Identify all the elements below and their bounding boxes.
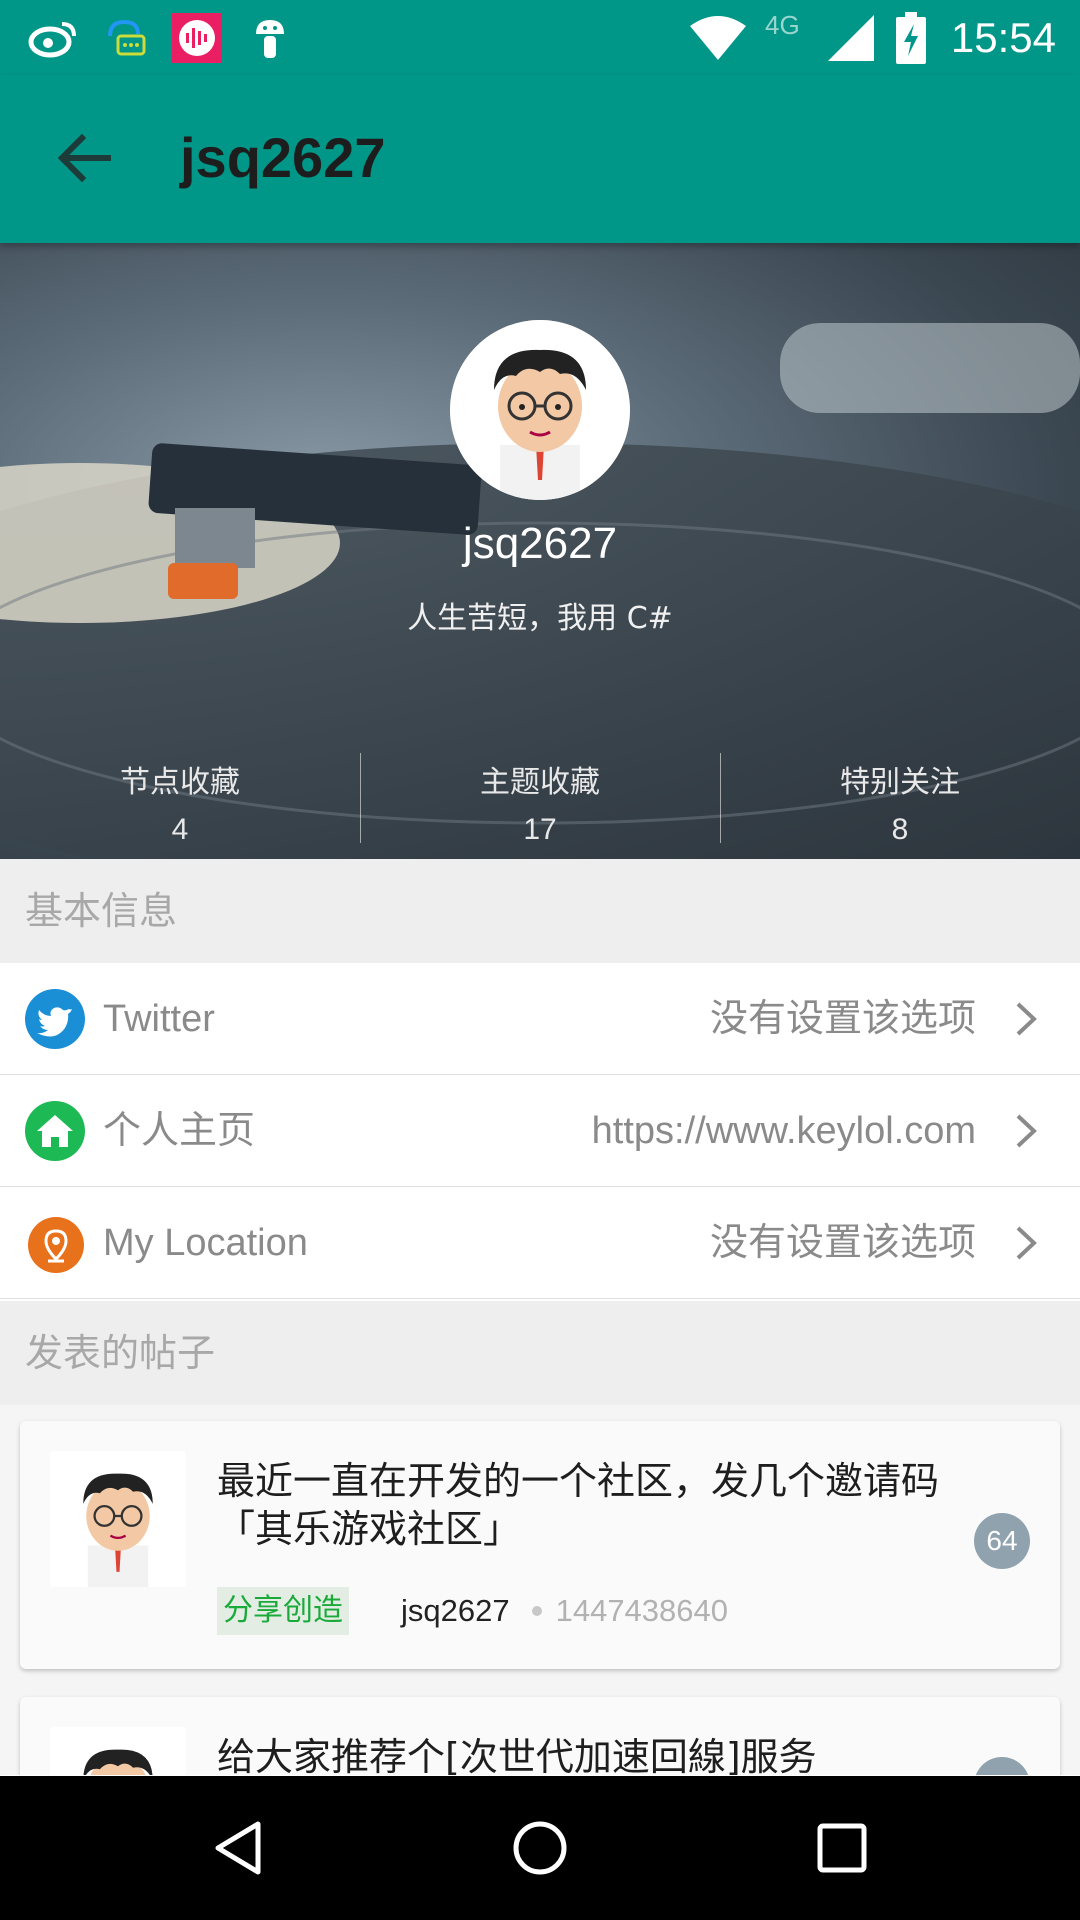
android-icon	[250, 14, 290, 62]
profile-header: jsq2627 人生苦短，我用 C# 节点收藏 4 主题收藏 17 特别关注 8	[0, 243, 1080, 859]
avatar[interactable]	[450, 320, 630, 500]
system-nav-bar	[0, 1776, 1080, 1920]
info-row-label: 个人主页	[103, 1110, 256, 1152]
stat-node-favorites[interactable]: 节点收藏 4	[0, 749, 360, 849]
cell-signal-icon	[828, 14, 874, 62]
stat-value: 4	[171, 813, 189, 846]
info-row-location[interactable]: My Location 没有设置该选项	[0, 1187, 1080, 1299]
reply-count-badge: 64	[974, 1513, 1030, 1569]
info-row-label: Twitter	[103, 998, 215, 1040]
section-posts: 发表的帖子	[0, 1301, 1080, 1405]
back-triangle-icon[interactable]	[210, 1818, 270, 1878]
profile-motto: 人生苦短，我用 C#	[407, 601, 673, 636]
stat-topic-favorites[interactable]: 主题收藏 17	[360, 749, 720, 849]
chevron-right-icon	[1012, 1001, 1040, 1037]
post-author-avatar[interactable]	[50, 1727, 186, 1775]
post-node-tag[interactable]: 分享创造	[217, 1587, 349, 1635]
status-bar: 4G 15:54	[0, 0, 1080, 75]
stat-value: 8	[891, 813, 909, 846]
info-row-value: https://www.keylol.com	[591, 1110, 976, 1152]
separator-dot	[531, 1606, 542, 1616]
stat-label: 主题收藏	[480, 765, 600, 800]
stat-label: 节点收藏	[120, 765, 240, 800]
weibo-icon	[28, 14, 78, 62]
voice-app-icon	[172, 13, 222, 63]
chevron-right-icon	[1012, 1225, 1040, 1261]
info-row-value: 没有设置该选项	[709, 1222, 976, 1264]
info-row-value: 没有设置该选项	[709, 998, 976, 1040]
post-author-avatar[interactable]	[50, 1451, 186, 1587]
post-title: 给大家推荐个[次世代加速回線]服务	[217, 1735, 817, 1775]
battery-charging-icon	[896, 12, 926, 64]
recents-square-icon[interactable]	[812, 1818, 872, 1878]
reply-count-badge	[974, 1757, 1030, 1775]
chevron-right-icon	[1012, 1113, 1040, 1149]
network-type-label: 4G	[765, 10, 800, 40]
wifi-icon	[690, 14, 746, 62]
profile-username: jsq2627	[462, 519, 618, 568]
section-basic-info: 基本信息	[0, 859, 1080, 963]
post-card[interactable]: 给大家推荐个[次世代加速回線]服务	[20, 1697, 1060, 1775]
info-row-homepage[interactable]: 个人主页 https://www.keylol.com	[0, 1075, 1080, 1187]
status-time: 15:54	[950, 14, 1056, 61]
location-pin-icon	[28, 1217, 84, 1273]
stat-value: 17	[523, 813, 557, 846]
post-author[interactable]: jsq2627	[401, 1593, 510, 1629]
post-meta: 分享创造 jsq2627 1447438640	[217, 1587, 728, 1635]
home-circle-icon[interactable]	[510, 1818, 570, 1878]
post-title: 最近一直在开发的一个社区，发几个邀请码「其乐游戏社区」	[217, 1459, 940, 1551]
post-list: 最近一直在开发的一个社区，发几个邀请码「其乐游戏社区」 64 分享创造 jsq2…	[0, 1405, 1080, 1775]
page-title: jsq2627	[180, 126, 386, 189]
post-card[interactable]: 最近一直在开发的一个社区，发几个邀请码「其乐游戏社区」 64 分享创造 jsq2…	[20, 1421, 1060, 1669]
twitter-icon	[25, 989, 85, 1049]
stat-special-follows[interactable]: 特别关注 8	[720, 749, 1080, 849]
info-row-label: My Location	[103, 1222, 308, 1264]
post-timestamp: 1447438640	[555, 1593, 729, 1628]
chat-bubble-icon	[104, 14, 148, 62]
arrow-back-icon[interactable]	[52, 125, 118, 191]
app-toolbar: jsq2627	[0, 75, 1080, 243]
stat-label: 特别关注	[840, 765, 960, 800]
home-icon	[25, 1101, 85, 1161]
info-row-twitter[interactable]: Twitter 没有设置该选项	[0, 963, 1080, 1075]
profile-stats: 节点收藏 4 主题收藏 17 特别关注 8	[0, 749, 1080, 849]
